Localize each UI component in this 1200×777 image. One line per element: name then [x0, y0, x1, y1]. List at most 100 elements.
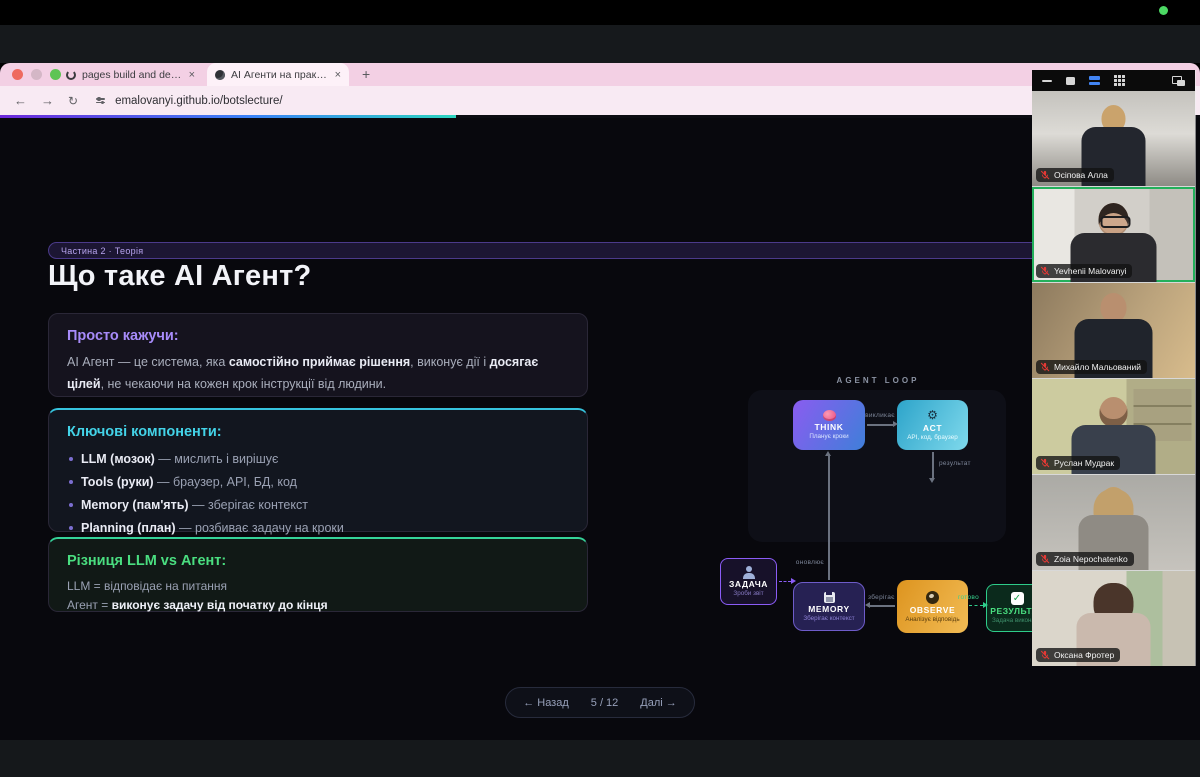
arrowhead: [825, 451, 831, 456]
tab-ai-agents[interactable]: AI Агенти на практиці ×: [207, 63, 349, 86]
tab-strip: pages build and deployment × AI Агенти н…: [0, 63, 1200, 86]
participant-tile[interactable]: Оксана Фротер: [1032, 571, 1195, 666]
participant-name-badge: Осіпова Алла: [1036, 168, 1114, 182]
card-llm-vs-agent: Різниця LLM vs Агент: LLM = відповідає н…: [48, 537, 588, 612]
eye-icon: [926, 591, 939, 604]
tab-label: pages build and deployment: [82, 69, 183, 81]
desktop-strip-top: [0, 25, 1200, 63]
recording-indicator-dot: [1159, 6, 1168, 15]
participant-tile[interactable]: Осіпова Алла: [1032, 91, 1195, 186]
menu-bar: [0, 0, 1200, 25]
participant-name: Yevhenii Malovanyi: [1054, 266, 1126, 276]
arrow-label-save: зберігає: [868, 594, 895, 601]
muted-mic-icon: [1040, 554, 1050, 564]
participant-name-badge: Yevhenii Malovanyi: [1036, 264, 1132, 278]
tab-label: AI Агенти на практиці: [231, 69, 329, 81]
list-item: LLM (мозок) — мислить і вирішує: [67, 448, 569, 471]
arrow-think-to-act: [867, 424, 893, 426]
diff-line-llm: LLM = відповідає на питання: [67, 577, 569, 596]
brain-icon: [823, 410, 836, 421]
forward-button[interactable]: →: [41, 93, 54, 108]
tab-close-icon[interactable]: ×: [335, 69, 341, 81]
arrow-act-to-observe: [932, 452, 934, 478]
tab-close-icon[interactable]: ×: [189, 69, 195, 81]
node-memory: MEMORY Зберігає контекст: [793, 582, 865, 631]
arrow-label-update: оновлює: [786, 559, 824, 566]
back-button[interactable]: ←: [14, 93, 27, 108]
new-tab-button[interactable]: +: [362, 66, 370, 82]
address-bar[interactable]: emalovanyi.github.io/botslecture/: [115, 95, 283, 107]
arrow-task-to-loop: [779, 581, 791, 582]
node-think: THINK Планує кроки: [793, 400, 865, 450]
agent-loop-diagram: AGENT LOOP ЗАДАЧА Зроби звіт THINK Плану…: [700, 368, 1060, 678]
section-badge: Частина 2 · Теорія: [48, 242, 1048, 259]
components-list: LLM (мозок) — мислить і вирішує Tools (р…: [67, 448, 569, 541]
participant-tile[interactable]: Михайло Мальований: [1032, 283, 1195, 378]
video-sidebar-controls: [1032, 70, 1195, 91]
arrow-label-result: результат: [939, 460, 971, 467]
reload-button[interactable]: ↻: [68, 94, 78, 108]
participant-name: Zoia Nepochatenko: [1054, 554, 1128, 564]
participant-tile[interactable]: Zoia Nepochatenko: [1032, 475, 1195, 570]
speaker-view-icon[interactable]: [1066, 77, 1075, 85]
slide-viewport: Частина 2 · Теорія Що таке AI Агент? Про…: [0, 118, 1200, 740]
node-act: ⚙ ACT API, код, браузер: [897, 400, 968, 450]
arrowhead: [929, 478, 935, 483]
arrowhead: [865, 602, 870, 608]
arrow-observe-to-result: [969, 605, 983, 606]
site-settings-icon[interactable]: [96, 98, 105, 103]
person-icon: [742, 566, 756, 578]
participant-name: Осіпова Алла: [1054, 170, 1108, 180]
diagram-caption: AGENT LOOP: [748, 376, 1008, 385]
muted-mic-icon: [1040, 170, 1050, 180]
desktop-strip-bottom: [0, 740, 1200, 777]
list-item: Tools (руки) — браузер, API, БД, код: [67, 471, 569, 494]
close-window-button[interactable]: [12, 69, 23, 80]
browser-toolbar: ← → ↻ emalovanyi.github.io/botslecture/: [0, 86, 1200, 115]
strip-view-icon[interactable]: [1089, 76, 1100, 85]
tab-globe-icon: [215, 70, 225, 80]
arrowhead: [983, 602, 988, 608]
muted-mic-icon: [1040, 650, 1050, 660]
participant-head: [1100, 397, 1128, 427]
card-title: Просто кажучи:: [67, 328, 569, 344]
card-key-components: Ключові компоненти: LLM (мозок) — мислит…: [48, 408, 588, 532]
arrow-label-done: готово: [958, 594, 979, 601]
arrow-observe-to-memory: [868, 605, 895, 607]
minimize-strip-icon[interactable]: [1042, 80, 1052, 82]
popout-icon[interactable]: [1172, 76, 1185, 86]
participant-head: [1099, 203, 1129, 236]
floppy-disk-icon: [824, 592, 835, 603]
tab-loading-icon: [66, 70, 76, 80]
minimize-window-button[interactable]: [31, 69, 42, 80]
participant-name-badge: Zoia Nepochatenko: [1036, 552, 1134, 566]
card-title: Ключові компоненти:: [67, 424, 569, 440]
prev-slide-button[interactable]: ← Назад: [523, 697, 569, 709]
slide-page-indicator: 5 / 12: [591, 697, 619, 709]
muted-mic-icon: [1040, 458, 1050, 468]
participant-tile[interactable]: Руслан Мудрак: [1032, 379, 1195, 474]
arrow-label-call: викликає: [860, 412, 900, 419]
tab-pages-build[interactable]: pages build and deployment ×: [58, 63, 203, 86]
diff-line-agent: Агент = виконує задачу від початку до кі…: [67, 596, 569, 615]
section-badge-label: Частина 2 · Теорія: [61, 246, 143, 256]
card-simply-put: Просто кажучи: AI Агент — це система, як…: [48, 313, 588, 397]
node-observe: OBSERVE Аналізує відповідь: [897, 580, 968, 633]
participant-tiles: Осіпова Алла Yevhenii Malovanyi: [1032, 91, 1195, 666]
participant-name: Оксана Фротер: [1054, 650, 1114, 660]
gallery-view-icon[interactable]: [1114, 75, 1125, 86]
arrowhead: [791, 578, 796, 584]
participant-name: Руслан Мудрак: [1054, 458, 1114, 468]
arrow-memory-to-think: [828, 454, 830, 580]
arrowhead: [893, 421, 898, 427]
participant-name: Михайло Мальований: [1054, 362, 1141, 372]
muted-mic-icon: [1040, 362, 1050, 372]
check-icon: ✓: [1011, 592, 1024, 605]
next-slide-button[interactable]: Далі →: [640, 697, 677, 709]
card-body: AI Агент — це система, яка самостійно пр…: [67, 352, 569, 396]
participant-name-badge: Руслан Мудрак: [1036, 456, 1120, 470]
node-task: ЗАДАЧА Зроби звіт: [720, 558, 777, 605]
participant-tile[interactable]: Yevhenii Malovanyi: [1032, 187, 1195, 282]
participant-name-badge: Оксана Фротер: [1036, 648, 1120, 662]
gear-icon: ⚙: [927, 409, 938, 422]
